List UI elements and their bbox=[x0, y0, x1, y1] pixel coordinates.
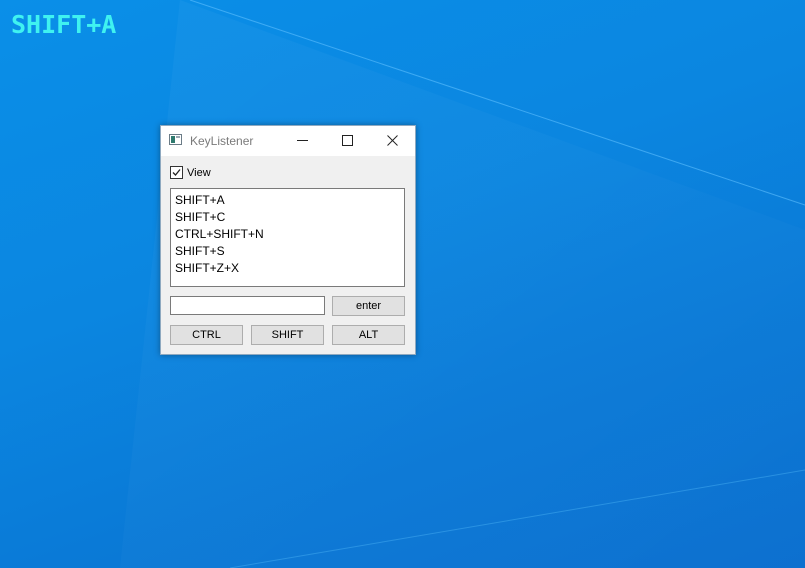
list-item[interactable]: SHIFT+Z+X bbox=[175, 260, 400, 277]
window-title: KeyListener bbox=[190, 134, 254, 148]
view-checkbox-label: View bbox=[187, 166, 211, 179]
list-item[interactable]: SHIFT+C bbox=[175, 209, 400, 226]
checkmark-icon bbox=[172, 169, 181, 176]
key-input-field[interactable] bbox=[170, 296, 325, 315]
view-checkbox[interactable] bbox=[170, 166, 183, 179]
list-item[interactable]: SHIFT+S bbox=[175, 243, 400, 260]
app-window-icon bbox=[169, 134, 182, 145]
minimize-icon bbox=[296, 140, 308, 141]
view-checkbox-row[interactable]: View bbox=[170, 166, 211, 179]
maximize-icon bbox=[341, 135, 353, 146]
key-history-list[interactable]: SHIFT+A SHIFT+C CTRL+SHIFT+N SHIFT+S SHI… bbox=[170, 188, 405, 287]
keylistener-window: KeyListener View SHIFT+A SHIFT+C CTRL+SH… bbox=[160, 125, 416, 355]
shift-button[interactable]: SHIFT bbox=[251, 325, 324, 345]
list-item[interactable]: SHIFT+A bbox=[175, 192, 400, 209]
close-icon bbox=[386, 135, 398, 146]
maximize-button[interactable] bbox=[325, 126, 369, 155]
minimize-button[interactable] bbox=[280, 126, 324, 155]
alt-button[interactable]: ALT bbox=[332, 325, 405, 345]
title-bar[interactable]: KeyListener bbox=[161, 126, 415, 156]
key-overlay-text: SHIFT+A bbox=[11, 10, 117, 39]
ctrl-button[interactable]: CTRL bbox=[170, 325, 243, 345]
close-button[interactable] bbox=[370, 126, 414, 155]
enter-button[interactable]: enter bbox=[332, 296, 405, 316]
list-item[interactable]: CTRL+SHIFT+N bbox=[175, 226, 400, 243]
